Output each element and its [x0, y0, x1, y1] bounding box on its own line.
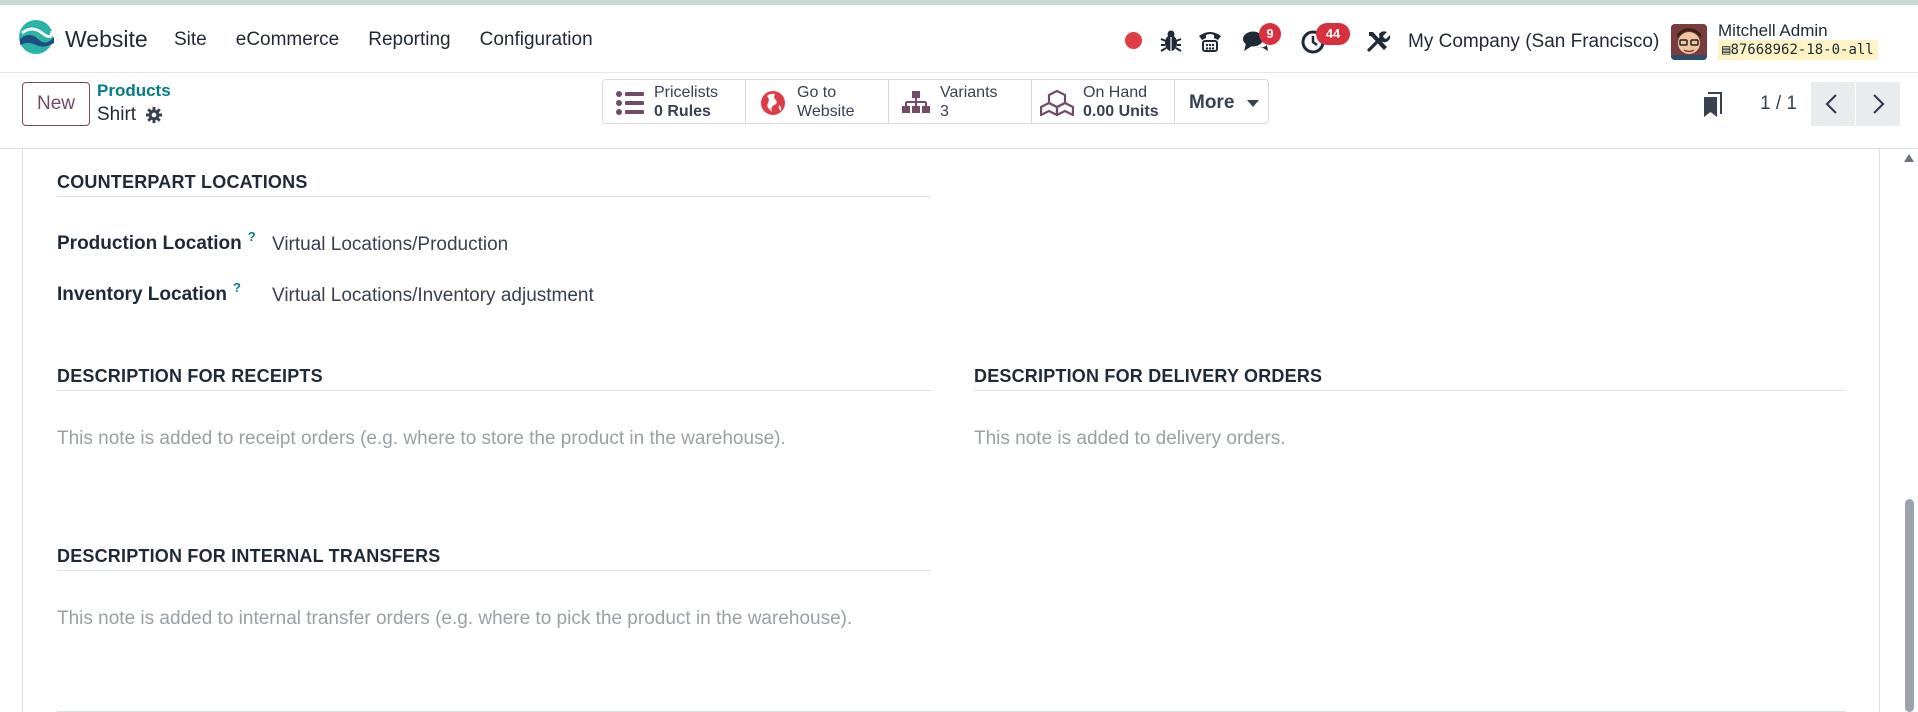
- on-hand-label: On Hand: [1083, 84, 1148, 101]
- pager-value[interactable]: 1 / 1: [1760, 93, 1797, 115]
- breadcrumb-products[interactable]: Products: [97, 81, 171, 101]
- menu-item-ecommerce[interactable]: eCommerce: [236, 29, 339, 51]
- smart-buttons: Pricelists 0 Rules Go to Website Variant…: [602, 79, 1269, 124]
- section-divider: [57, 196, 931, 197]
- pricelists-button[interactable]: Pricelists 0 Rules: [603, 80, 746, 123]
- menu-item-reporting[interactable]: Reporting: [368, 29, 450, 51]
- caret-down-icon: [1247, 100, 1259, 107]
- recording-indicator-icon[interactable]: [1125, 32, 1142, 49]
- on-hand-value: 0.00 Units: [1083, 103, 1159, 120]
- variants-label: Variants: [940, 84, 998, 101]
- pager-next-button[interactable]: [1856, 82, 1900, 126]
- production-location-label: Production Location?: [57, 229, 256, 254]
- production-location-field[interactable]: Virtual Locations/Production: [272, 234, 508, 256]
- user-avatar-image-icon: [1671, 24, 1707, 60]
- gear-icon[interactable]: [145, 106, 163, 124]
- more-dropdown-button[interactable]: More: [1175, 80, 1268, 123]
- menu-item-configuration[interactable]: Configuration: [480, 29, 593, 51]
- delivery-description-field[interactable]: This note is added to delivery orders.: [974, 428, 1286, 450]
- scroll-up-arrow-icon[interactable]: [1904, 154, 1914, 162]
- variants-button[interactable]: Variants 3: [889, 80, 1032, 123]
- variants-value: 3: [940, 103, 949, 120]
- on-hand-button[interactable]: On Hand 0.00 Units: [1032, 80, 1175, 123]
- go-to-label: Go to: [797, 84, 837, 101]
- app-name[interactable]: Website: [65, 26, 148, 53]
- inventory-location-field[interactable]: Virtual Locations/Inventory adjustment: [272, 285, 594, 307]
- new-button[interactable]: New: [22, 82, 90, 126]
- counterpart-locations-title: COUNTERPART LOCATIONS: [57, 172, 308, 192]
- chevron-left-icon: [1825, 94, 1837, 114]
- help-tooltip-icon[interactable]: ?: [233, 280, 241, 295]
- pricelists-label: Pricelists: [654, 84, 719, 101]
- activities-badge: 44: [1316, 23, 1350, 45]
- internal-transfers-description-field[interactable]: This note is added to internal transfer …: [57, 608, 852, 630]
- messages-badge: 9: [1259, 23, 1281, 45]
- chevron-right-icon: [1873, 94, 1885, 114]
- more-label: More: [1189, 92, 1235, 113]
- scrollbar-thumb[interactable]: [1905, 499, 1914, 712]
- database-name: 87668962-18-0-all: [1730, 42, 1874, 58]
- pager-previous-button[interactable]: [1811, 82, 1855, 126]
- main-navbar: Website Site eCommerce Reporting Configu…: [0, 0, 1918, 73]
- inventory-location-label: Inventory Location?: [57, 280, 241, 305]
- section-divider: [57, 390, 931, 391]
- section-divider: [974, 390, 1846, 391]
- bug-icon[interactable]: [1157, 27, 1185, 55]
- vertical-scrollbar[interactable]: [1900, 149, 1918, 712]
- form-sheet: COUNTERPART LOCATIONS Production Locatio…: [22, 149, 1880, 712]
- globe-icon: [761, 91, 785, 115]
- company-switcher[interactable]: My Company (San Francisco): [1408, 31, 1659, 53]
- list-icon: [616, 91, 644, 115]
- menu-item-site[interactable]: Site: [174, 29, 207, 51]
- breadcrumb-current: Shirt: [97, 104, 137, 125]
- user-avatar[interactable]: [1671, 24, 1707, 60]
- internal-transfers-description-title: DESCRIPTION FOR INTERNAL TRANSFERS: [57, 546, 441, 566]
- cubes-icon: [1040, 90, 1074, 116]
- receipts-description-field[interactable]: This note is added to receipt orders (e.…: [57, 428, 786, 450]
- control-panel: New Products Shirt Pricelists 0 Rules Go…: [0, 74, 1918, 149]
- website-app-icon[interactable]: [18, 19, 54, 55]
- user-name[interactable]: Mitchell Admin: [1718, 21, 1828, 41]
- main-menu: Site eCommerce Reporting Configuration: [174, 29, 622, 51]
- bookmark-icon[interactable]: [1702, 92, 1722, 118]
- help-tooltip-icon[interactable]: ?: [248, 229, 256, 244]
- receipts-description-title: DESCRIPTION FOR RECEIPTS: [57, 366, 323, 386]
- section-divider: [57, 570, 931, 571]
- tools-icon[interactable]: [1364, 27, 1392, 55]
- go-to-website-button[interactable]: Go to Website: [746, 80, 889, 123]
- phone-icon[interactable]: [1196, 27, 1224, 55]
- pricelists-value: 0 Rules: [654, 103, 711, 120]
- database-badge: ▤87668962-18-0-all: [1718, 40, 1878, 60]
- delivery-description-title: DESCRIPTION FOR DELIVERY ORDERS: [974, 366, 1323, 386]
- website-value: Website: [797, 103, 855, 120]
- sitemap-icon: [902, 91, 930, 113]
